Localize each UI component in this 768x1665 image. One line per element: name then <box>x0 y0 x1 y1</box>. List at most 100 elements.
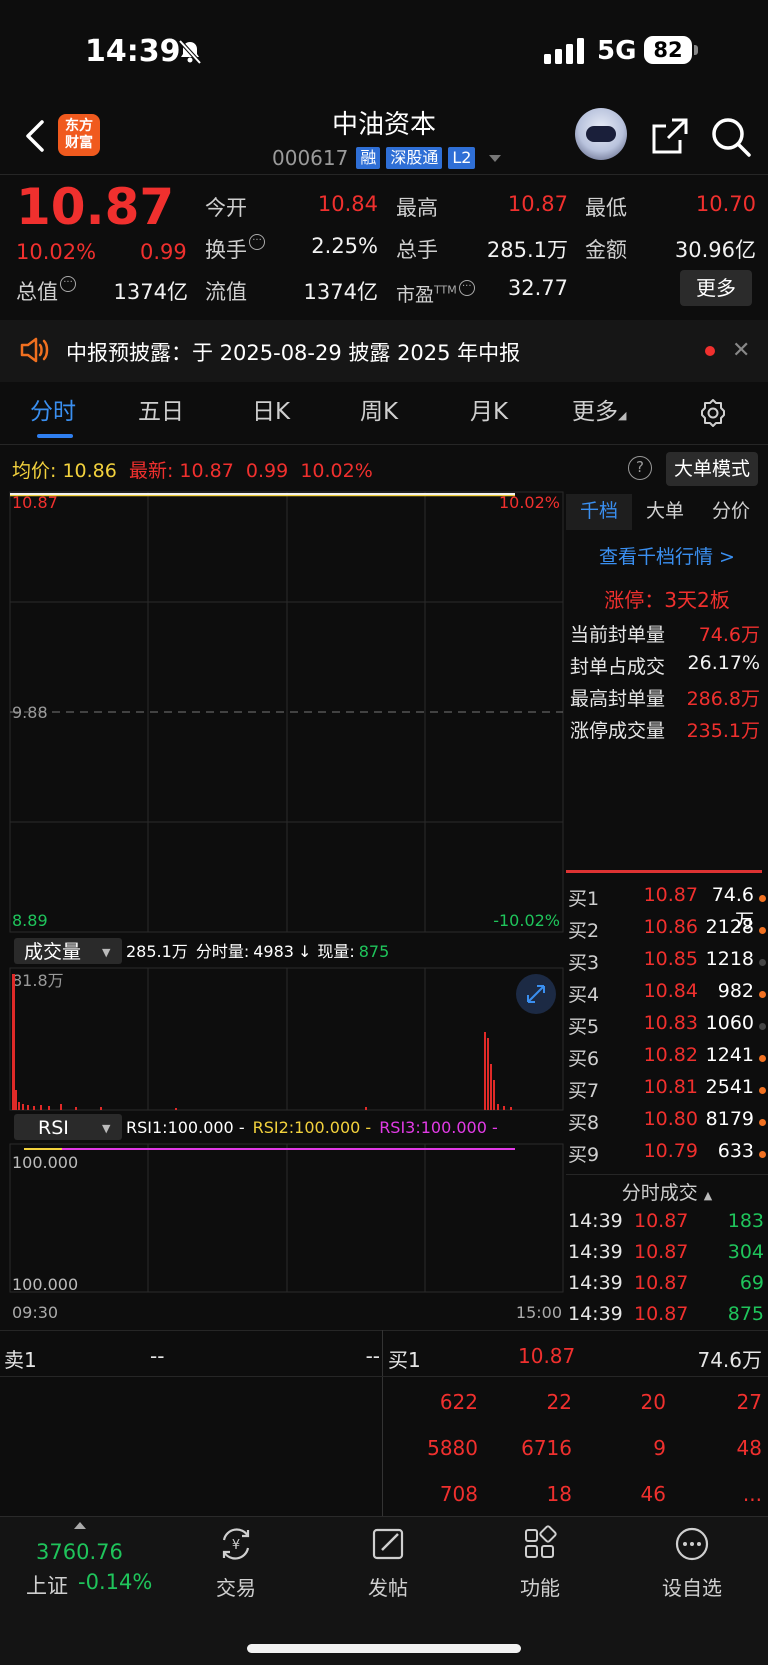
home-indicator[interactable] <box>247 1644 521 1653</box>
sell1-label: 卖1 <box>4 1348 37 1372</box>
index-name[interactable]: 上证 <box>26 1570 68 1600</box>
volume-bars <box>12 974 512 1110</box>
tab-intraday[interactable]: 分时 <box>30 392 76 426</box>
tag-margin: 融 <box>356 147 381 169</box>
tab-more[interactable]: 更多◢ <box>572 392 626 426</box>
status-bar: 14:39 5G 82 <box>0 0 768 100</box>
price-axis-mid: 9.88 <box>12 703 48 722</box>
tab-monthly-k[interactable]: 月K <box>470 392 508 426</box>
volume-bar <box>503 1106 505 1110</box>
volume-bar <box>60 1104 62 1110</box>
stat-value-amount: 30.96亿 <box>674 238 756 262</box>
bid-row[interactable]: 买5 10.83 1060 <box>566 1012 768 1044</box>
current-volume-label: 现量: <box>317 942 354 961</box>
tab-five-day[interactable]: 五日 <box>138 392 184 426</box>
battery-tip <box>694 45 698 55</box>
seal-ratio-label: 封单占成交 <box>570 656 666 678</box>
share-icon[interactable] <box>650 116 690 156</box>
tab-big-order[interactable]: 大单 <box>632 494 698 530</box>
caret-icon: ◢ <box>618 409 627 422</box>
seal-max-label: 最高封单量 <box>570 688 666 710</box>
rsi-grid <box>9 1143 564 1293</box>
search-icon[interactable] <box>710 116 752 158</box>
big-order-mode-button[interactable]: 大单模式 <box>666 452 758 486</box>
close-icon[interactable]: ✕ <box>732 338 750 363</box>
clock: 14:39 <box>85 34 181 69</box>
price-axis-top: 10.87 <box>12 493 58 512</box>
index-value[interactable]: 3760.76 <box>36 1540 123 1564</box>
orderbook-tabs: 千档 大单 分价 <box>566 494 764 530</box>
help-icon[interactable]: ? <box>628 456 652 480</box>
nav-post[interactable]: 发帖 <box>338 1524 438 1601</box>
tab-price-dist[interactable]: 分价 <box>698 494 764 530</box>
stat-label-open: 今开 <box>205 196 247 220</box>
summary-divider <box>382 1330 383 1516</box>
tick-volume: 183 <box>727 1210 764 1232</box>
info-dots-icon[interactable]: ··· <box>249 234 265 250</box>
stat-label-turnover: 换手 ··· <box>205 234 265 264</box>
volume-bar <box>175 1108 177 1110</box>
bid-row[interactable]: 买4 10.84 982 <box>566 980 768 1012</box>
bid-row[interactable]: 买3 10.85 1218 <box>566 948 768 980</box>
caret-down-icon: ▼ <box>102 1122 111 1135</box>
volume-bar <box>484 1032 486 1110</box>
volume-bar <box>490 1064 492 1110</box>
stat-label-market-cap: 总值 ··· <box>16 276 76 306</box>
price-axis-bottom: 8.89 <box>12 911 48 930</box>
stat-label-turnover-text: 换手 <box>205 238 247 262</box>
tick-trades-title-text: 分时成交 <box>621 1182 698 1204</box>
bid-row[interactable]: 买2 10.86 2128 <box>566 916 768 948</box>
bid-volume: 8179 <box>705 1108 754 1130</box>
volume-bar <box>48 1106 50 1110</box>
nav-add-watchlist[interactable]: 设自选 <box>642 1524 742 1601</box>
nav-functions[interactable]: 功能 <box>490 1524 590 1601</box>
minute-volume-value: 4983 <box>253 942 294 961</box>
index-change[interactable]: -0.14% <box>78 1570 152 1594</box>
sell1-price: -- <box>150 1344 165 1368</box>
current-volume-value: 875 <box>359 942 390 961</box>
bid-row[interactable]: 买7 10.81 2541 <box>566 1076 768 1108</box>
bid-row[interactable]: 买8 10.80 8179 <box>566 1108 768 1140</box>
price-grid <box>9 491 564 933</box>
stat-value-turnover: 2.25% <box>311 234 378 258</box>
bid-label: 买1 <box>568 888 600 910</box>
tick-trades-title[interactable]: 分时成交 ▲ <box>566 1178 768 1205</box>
bid-row[interactable]: 买1 10.87 74.6万 <box>566 884 768 932</box>
bid-price: 10.83 <box>643 1012 698 1034</box>
x-axis-start: 09:30 <box>12 1303 58 1322</box>
bid-row[interactable]: 买6 10.82 1241 <box>566 1044 768 1076</box>
tab-daily-k[interactable]: 日K <box>252 392 290 426</box>
volume-bar <box>365 1107 367 1110</box>
tick-price: 10.87 <box>634 1241 689 1263</box>
gear-icon[interactable] <box>698 398 728 428</box>
stat-label-volume: 总手 <box>396 238 438 262</box>
tab-active-indicator <box>37 434 73 438</box>
info-dots-icon[interactable]: ··· <box>60 276 76 292</box>
view-depth-link[interactable]: 查看千档行情 > <box>566 542 768 569</box>
nav-trade[interactable]: ¥ 交易 <box>186 1524 286 1601</box>
tab-weekly-k[interactable]: 周K <box>360 392 398 426</box>
bid-dot <box>759 1023 766 1030</box>
bid-row[interactable]: 买9 10.79 633 <box>566 1140 768 1172</box>
queue-cell: 708 <box>439 1482 478 1506</box>
info-dots-icon[interactable]: ··· <box>458 280 475 296</box>
bid-volume: 633 <box>717 1140 754 1162</box>
bid-label: 买4 <box>568 984 600 1006</box>
volume-bar <box>33 1106 35 1110</box>
volume-bar <box>497 1104 499 1110</box>
stock-subtitle[interactable]: 000617 融 深股通 L2 <box>272 146 502 170</box>
assistant-face <box>586 126 616 142</box>
volume-bar <box>27 1105 29 1110</box>
stat-value-open: 10.84 <box>317 192 378 216</box>
tab-level-1000[interactable]: 千档 <box>566 494 632 530</box>
period-tabs: 分时 五日 日K 周K 月K 更多◢ <box>0 392 768 442</box>
limit-up-streak: 涨停：3天2板 <box>604 588 730 612</box>
caret-up-icon[interactable] <box>74 1522 86 1529</box>
nav-label: 功能 <box>520 1576 560 1600</box>
intraday-chart[interactable]: 10.87 10.02% 9.88 8.89 -10.02% 成交量 ▼ 285… <box>0 490 566 1330</box>
more-button[interactable]: 更多 <box>680 270 752 306</box>
bid-price: 10.80 <box>643 1108 698 1130</box>
queue-cell: 622 <box>439 1390 478 1414</box>
divider <box>0 1376 768 1377</box>
nav-label: 交易 <box>216 1576 256 1600</box>
